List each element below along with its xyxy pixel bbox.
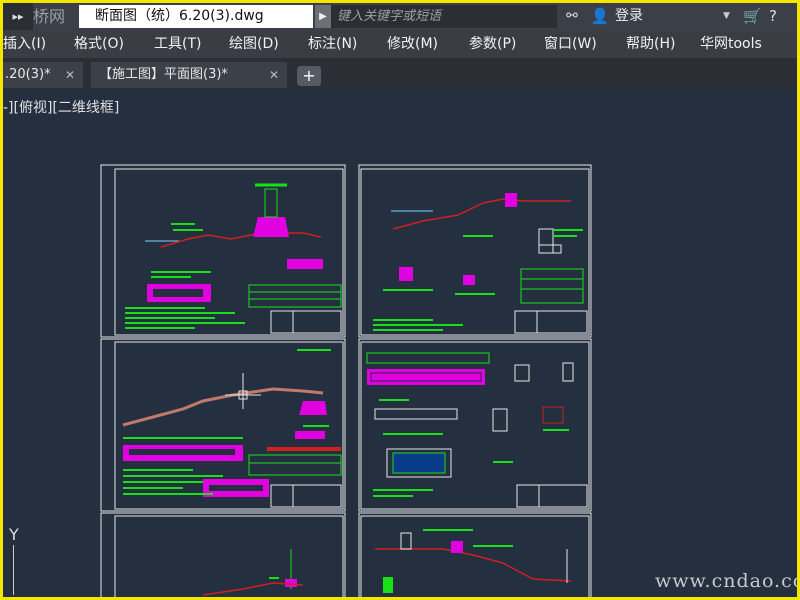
menu-modify[interactable]: 修改(M) bbox=[387, 30, 438, 58]
help-icon[interactable]: ? bbox=[769, 5, 791, 28]
chevron-down-icon[interactable]: ▼ bbox=[723, 5, 737, 28]
tab-section-drawing[interactable]: .20(3)* ✕ bbox=[3, 62, 83, 88]
tab-plan-drawing[interactable]: 【施工图】平面图(3)* ✕ bbox=[91, 62, 287, 88]
menu-parameters[interactable]: 参数(P) bbox=[469, 30, 516, 58]
login-button[interactable]: 登录 bbox=[615, 5, 675, 28]
cart-icon[interactable]: 🛒 bbox=[743, 5, 765, 28]
menu-window[interactable]: 窗口(W) bbox=[544, 30, 597, 58]
cad-drawing-canvas bbox=[100, 164, 592, 597]
watermark: www.cndao.com bbox=[655, 570, 797, 592]
title-bar: ▸▸ 桥网 断面图（统）6.20(3).dwg ▶ 键入关键字或短语 ⚯ 👤 登… bbox=[3, 3, 797, 30]
search-input[interactable]: 键入关键字或短语 bbox=[331, 5, 557, 28]
user-icon[interactable]: 👤 bbox=[589, 5, 611, 28]
menu-huawang-tools[interactable]: 华网tools bbox=[700, 30, 762, 58]
menu-dimension[interactable]: 标注(N) bbox=[308, 30, 357, 58]
file-tab-bar: .20(3)* ✕ 【施工图】平面图(3)* ✕ + bbox=[3, 59, 797, 89]
close-icon[interactable]: ✕ bbox=[65, 62, 75, 88]
app-logo: 桥网 bbox=[33, 7, 66, 26]
menu-insert[interactable]: 插入(I) bbox=[3, 30, 46, 58]
new-tab-button[interactable]: + bbox=[297, 66, 321, 86]
binoculars-icon[interactable]: ⚯ bbox=[561, 5, 583, 28]
app-window: ▸▸ 桥网 断面图（统）6.20(3).dwg ▶ 键入关键字或短语 ⚯ 👤 登… bbox=[3, 3, 797, 597]
menu-help[interactable]: 帮助(H) bbox=[626, 30, 675, 58]
close-icon[interactable]: ✕ bbox=[269, 62, 279, 88]
quick-access-toolbar[interactable]: ▸▸ bbox=[3, 3, 33, 30]
menu-tools[interactable]: 工具(T) bbox=[154, 30, 201, 58]
menu-draw[interactable]: 绘图(D) bbox=[229, 30, 279, 58]
menu-bar: 插入(I) 格式(O) 工具(T) 绘图(D) 标注(N) 修改(M) 参数(P… bbox=[3, 30, 797, 59]
file-title: 断面图（统）6.20(3).dwg bbox=[79, 5, 313, 28]
expand-arrow-icon[interactable]: ▶ bbox=[315, 5, 331, 28]
tab-label: 【施工图】平面图(3)* bbox=[99, 67, 228, 82]
ucs-y-axis-label: Y bbox=[9, 525, 19, 544]
tab-label: .20(3)* bbox=[5, 67, 51, 82]
ucs-axis-icon bbox=[13, 545, 14, 595]
menu-format[interactable]: 格式(O) bbox=[74, 30, 124, 58]
drawing-viewport[interactable]: -][俯视][二维线框] Y www.cndao.c bbox=[3, 89, 797, 597]
